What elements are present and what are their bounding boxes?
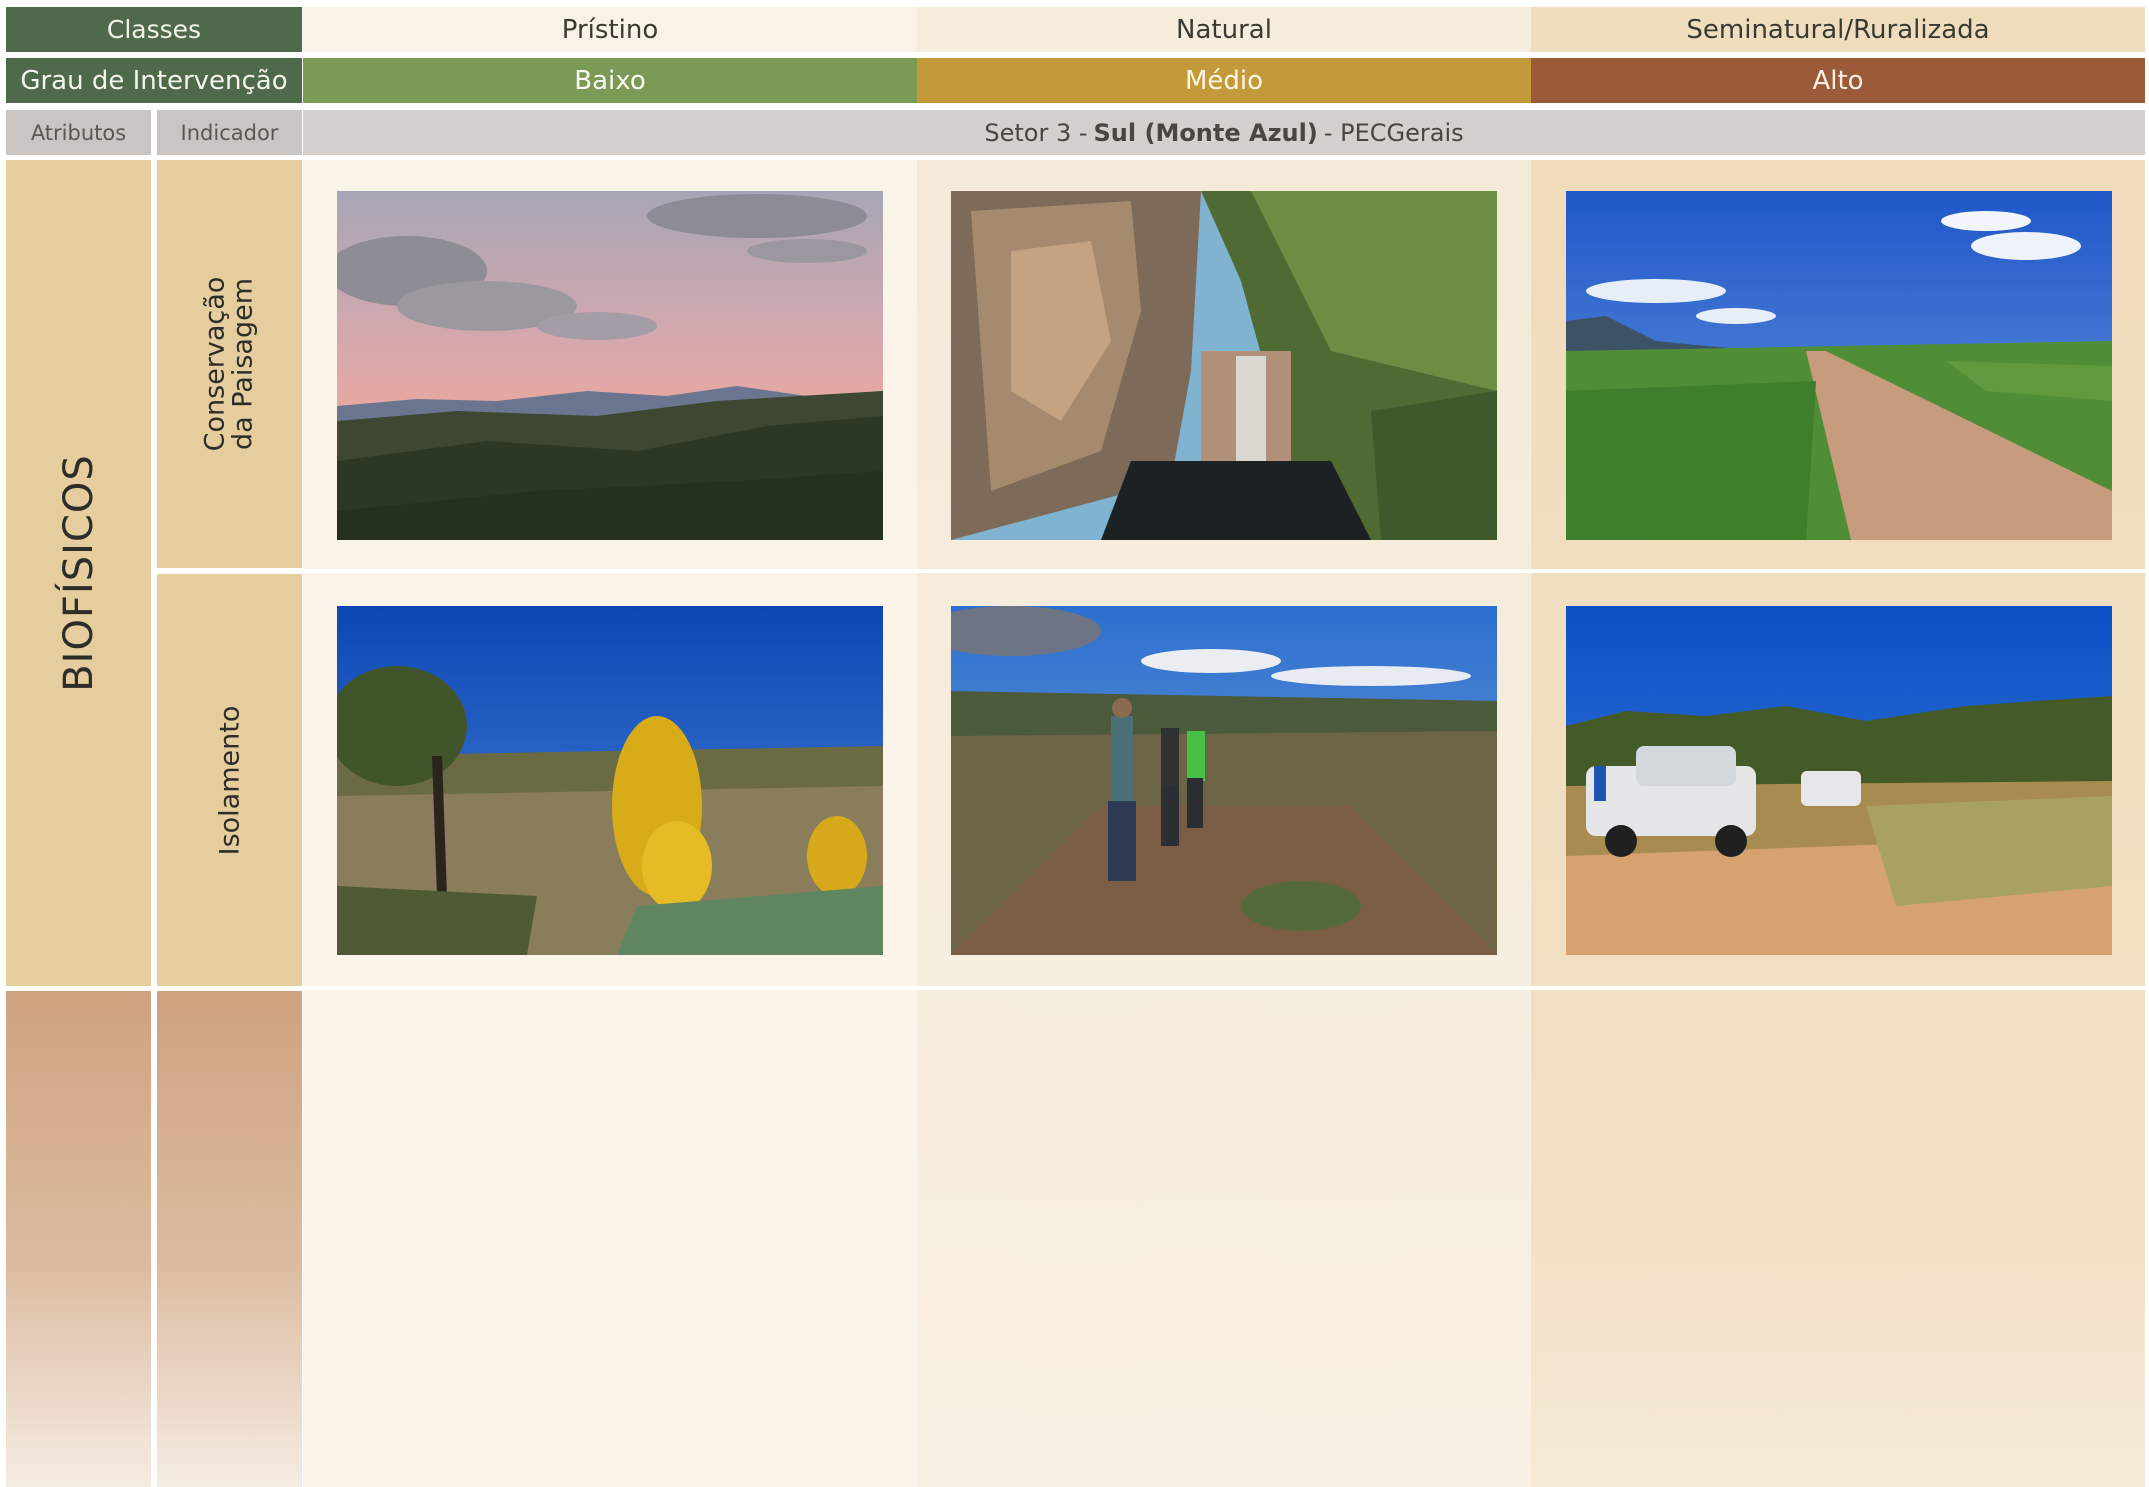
- row-divider: [303, 569, 2145, 573]
- setor-suffix: - PECGerais: [1323, 118, 1464, 147]
- attribute-biofisicos-label: BIOFÍSICOS: [55, 454, 102, 692]
- class-pristino: Prístino: [303, 7, 917, 52]
- dirt-road-pasture-icon: [1566, 191, 2112, 540]
- yellow-flowers-cerrado-icon: [337, 606, 883, 955]
- attribute-empty-cell: [6, 991, 151, 1487]
- hikers-trail-icon: [951, 606, 1497, 955]
- indicator-conservacao-label: Conservação da Paisagem: [199, 276, 259, 452]
- class-natural: Natural: [917, 7, 1531, 52]
- indicator-isolamento-label: Isolamento: [214, 705, 246, 855]
- indicator-isolamento: Isolamento: [157, 574, 302, 986]
- indicador-label: Indicador: [157, 110, 302, 155]
- indicator-conservacao-line1: Conservação: [199, 276, 231, 452]
- row-divider: [303, 986, 2145, 990]
- grau-alto: Alto: [1531, 58, 2145, 103]
- sunset-landscape-icon: [337, 191, 883, 540]
- indicator-empty-cell: [157, 991, 302, 1487]
- attribute-biofisicos: BIOFÍSICOS: [6, 160, 151, 986]
- setor-name: Sul (Monte Azul): [1093, 118, 1318, 147]
- indicator-conservacao-line2: da Paisagem: [227, 277, 259, 451]
- atributos-label: Atributos: [6, 110, 151, 155]
- grau-medio: Médio: [917, 58, 1531, 103]
- classes-label: Classes: [6, 7, 302, 52]
- grau-intervencao-label: Grau de Intervenção: [6, 58, 302, 103]
- waterfall-canyon-icon: [951, 191, 1497, 540]
- indicator-conservacao-paisagem: Conservação da Paisagem: [157, 160, 302, 568]
- pickup-trucks-field-icon: [1566, 606, 2112, 955]
- setor-prefix: Setor 3 -: [984, 118, 1088, 147]
- grau-baixo: Baixo: [303, 58, 917, 103]
- setor-title: Setor 3 - Sul (Monte Azul) - PECGerais: [303, 110, 2145, 155]
- class-seminatural: Seminatural/Ruralizada: [1531, 7, 2145, 52]
